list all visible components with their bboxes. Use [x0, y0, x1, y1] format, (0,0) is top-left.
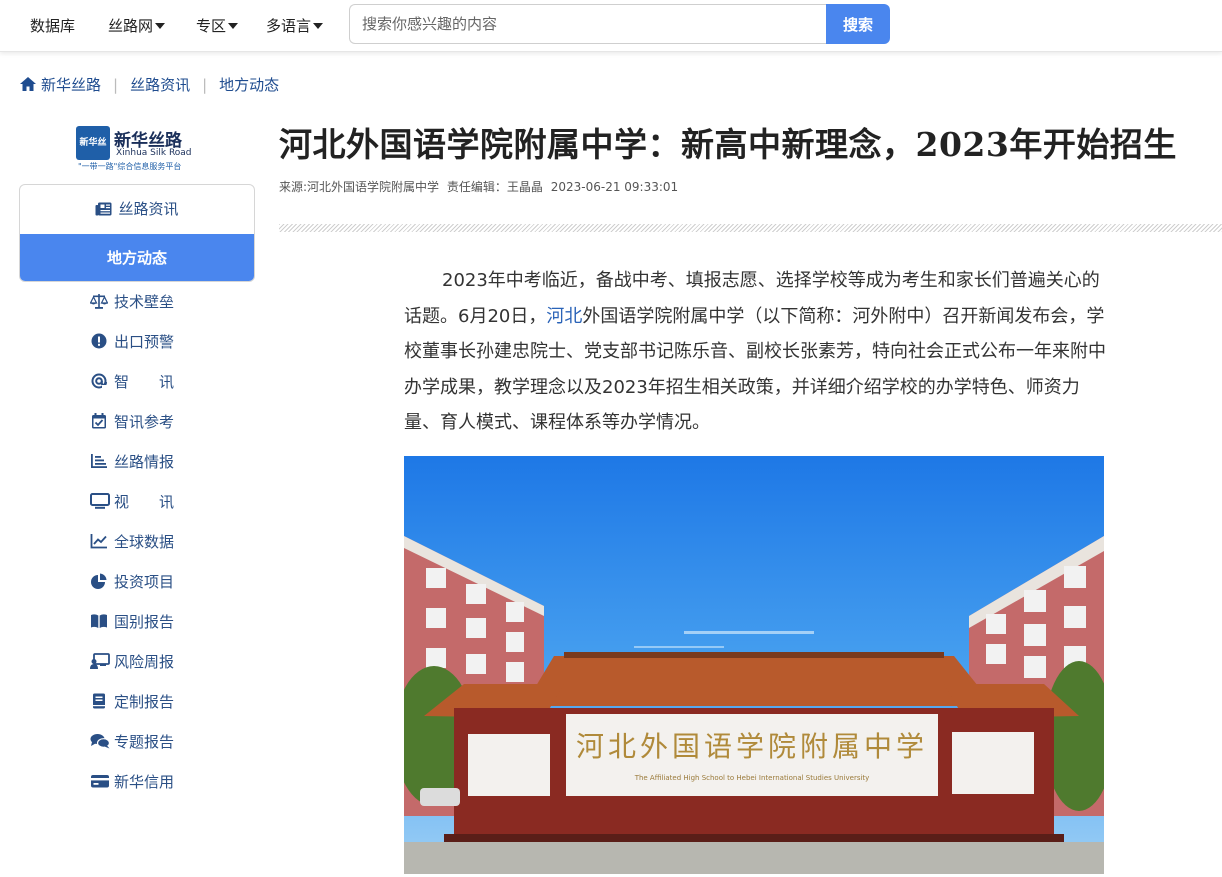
- book-icon: [90, 612, 108, 628]
- nav-database-label: 数据库: [30, 17, 76, 35]
- divider-hatch: [279, 224, 1222, 232]
- sidebar-item-export-alert[interactable]: 出口预警: [90, 330, 174, 354]
- logo-mark: 新华丝路: [76, 126, 110, 182]
- sidebar-item-label: 智讯参考: [114, 413, 175, 431]
- logo-en-text: Xinhua Silk Road: [116, 148, 192, 158]
- sidebar-item-label: 出口预警: [114, 333, 175, 351]
- alert-icon: [90, 332, 108, 349]
- breadcrumb-separator: |: [113, 76, 119, 94]
- sidebar-item-label: 丝路情报: [114, 453, 175, 471]
- document-icon: [90, 692, 108, 709]
- breadcrumb-home[interactable]: 新华丝路: [41, 76, 101, 94]
- sidebar-item-tech-barriers[interactable]: 技术壁垒: [89, 290, 175, 314]
- sidebar-item-global-data[interactable]: 全球数据: [90, 530, 174, 554]
- monitor-icon: [90, 492, 110, 509]
- article-title: 河北外国语学院附属中学：新高中新理念，2023年开始招生: [279, 125, 1177, 164]
- sidebar-item-label: 投资项目: [114, 573, 175, 591]
- nav-languages[interactable]: 多语言: [266, 15, 324, 36]
- site-logo[interactable]: 新华丝路 新华丝路 Xinhua Silk Road "一带一路"综合信息服务平…: [76, 126, 200, 182]
- chevron-down-icon: [228, 23, 239, 29]
- chevron-down-icon: [155, 23, 166, 29]
- scale-icon: [89, 292, 109, 309]
- line-chart-icon: [90, 532, 108, 549]
- sidebar-item-label: 专题报告: [114, 733, 175, 751]
- presenter-icon: [90, 652, 110, 669]
- paragraph-link[interactable]: 河北: [546, 306, 582, 327]
- at-icon: [90, 372, 108, 389]
- photo-sign-cn: 河北外国语学院附属中学: [576, 730, 928, 763]
- sidebar-item-investment[interactable]: 投资项目: [90, 570, 174, 594]
- sidebar-item-silkroad-news[interactable]: 丝路资讯: [20, 185, 254, 234]
- sidebar-item-video[interactable]: 视 讯: [90, 490, 174, 514]
- home-icon[interactable]: [19, 76, 37, 96]
- logo-subtitle: "一带一路"综合信息服务平台: [78, 162, 182, 171]
- sidebar-item-xinhua-credit[interactable]: 新华信用: [90, 770, 174, 794]
- breadcrumb-level3[interactable]: 地方动态: [219, 76, 279, 94]
- comments-icon: [90, 732, 111, 749]
- top-nav-bar: 数据库 丝路网 专区 多语言 搜索: [0, 0, 1222, 52]
- sidebar-item-label: 定制报告: [114, 693, 175, 711]
- sidebar-item-label: 智 讯: [114, 373, 175, 391]
- sidebar-item-smart-reference[interactable]: 智讯参考: [90, 410, 174, 434]
- nav-silkroad[interactable]: 丝路网: [108, 15, 166, 36]
- sidebar-item-label: 地方动态: [106, 249, 167, 267]
- article-paragraph: 2023年中考临近，备战中考、填报志愿、选择学校等成为考生和家长们普遍关心的话题…: [404, 263, 1106, 441]
- sidebar-item-local-news-active[interactable]: 地方动态: [20, 234, 254, 281]
- sidebar-item-label: 全球数据: [114, 533, 175, 551]
- nav-zones-label: 专区: [196, 17, 227, 35]
- breadcrumb-separator: |: [202, 76, 208, 94]
- sidebar-item-label: 技术壁垒: [114, 293, 175, 311]
- nav-languages-label: 多语言: [266, 17, 312, 35]
- nav-database[interactable]: 数据库: [30, 15, 75, 36]
- pie-chart-icon: [90, 572, 108, 589]
- calendar-check-icon: [90, 412, 108, 429]
- photo-sign-en: The Affiliated High School to Hebei Inte…: [634, 774, 870, 782]
- sidebar-item-label: 国别报告: [114, 613, 175, 631]
- breadcrumb: 新华丝路 | 丝路资讯 | 地方动态: [19, 74, 279, 96]
- nav-silkroad-label: 丝路网: [108, 17, 154, 35]
- sidebar-card: 丝路资讯 地方动态: [19, 184, 255, 282]
- sidebar-item-custom-report[interactable]: 定制报告: [90, 690, 174, 714]
- sidebar-item-label: 视 讯: [114, 493, 175, 511]
- sidebar-item-country-report[interactable]: 国别报告: [90, 610, 174, 634]
- article-editor: 责任编辑：王晶晶: [446, 180, 543, 194]
- nav-zones[interactable]: 专区: [196, 15, 239, 36]
- article-photo: 河北外国语学院附属中学 The Affiliated High School t…: [404, 456, 1104, 874]
- search-input[interactable]: [349, 4, 829, 44]
- breadcrumb-level2[interactable]: 丝路资讯: [130, 76, 190, 94]
- sidebar-item-silkroad-intel[interactable]: 丝路情报: [90, 450, 174, 474]
- article-datetime: 2023-06-21 09:33:01: [550, 180, 679, 194]
- sidebar-item-label: 风险周报: [114, 653, 175, 671]
- chevron-down-icon: [313, 23, 324, 29]
- sidebar-item-risk-weekly[interactable]: 风险周报: [90, 650, 174, 674]
- credit-card-icon: [90, 772, 109, 788]
- article-source: 来源:河北外国语学院附属中学: [279, 180, 440, 194]
- newspaper-icon: [95, 187, 112, 236]
- sidebar-item-label: 丝路资讯: [118, 200, 179, 218]
- sidebar-item-smart-news[interactable]: 智 讯: [90, 370, 174, 394]
- search-button[interactable]: 搜索: [826, 4, 890, 44]
- sidebar-item-label: 新华信用: [114, 773, 175, 791]
- article-meta: 来源:河北外国语学院附属中学 责任编辑：王晶晶 2023-06-21 09:33…: [279, 178, 682, 195]
- list-chart-icon: [90, 452, 108, 468]
- sidebar-item-special-report[interactable]: 专题报告: [90, 730, 174, 754]
